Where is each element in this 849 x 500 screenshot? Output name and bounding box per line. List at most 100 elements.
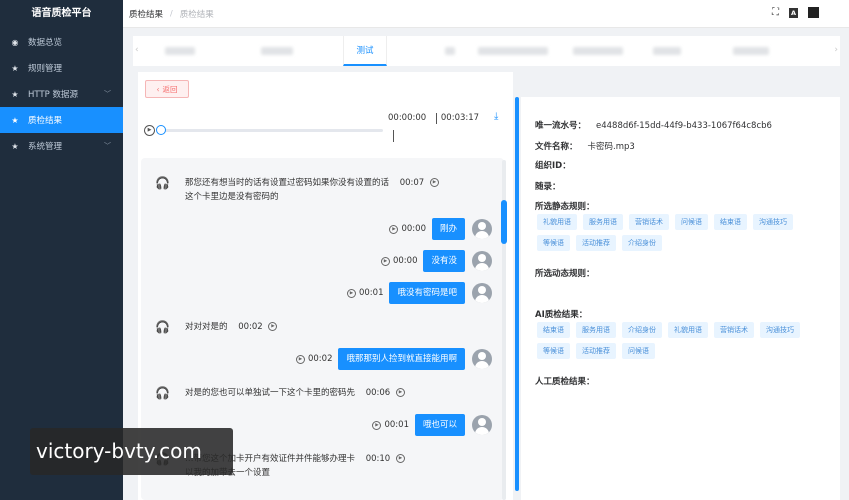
sidebar-item-label: 质检结果 [28, 116, 63, 126]
audio-total-time: 00:03:17 [440, 113, 480, 123]
breadcrumb-current: 质检结果 [179, 9, 214, 20]
tab-blurred[interactable] [261, 47, 293, 55]
org-id-row: 组织ID： [535, 159, 571, 171]
chevron-left-icon: ‹ [156, 84, 160, 94]
play-icon[interactable]: ▶ [268, 322, 278, 331]
user-avatar-icon [472, 219, 492, 239]
rule-tag: 等候语 [537, 235, 570, 251]
message-bubble: 哦那那别人捡到就直接能用啊 [338, 348, 465, 370]
result-tag: 结束语 [537, 322, 570, 338]
sidebar-item-system[interactable]: ★ 系统管理 ﹀ [0, 133, 123, 159]
volume-divider [393, 130, 394, 142]
tab-blurred[interactable] [573, 47, 623, 55]
sidebar-item-rules[interactable]: ★ 规则管理 [0, 55, 123, 81]
chevron-left-icon[interactable]: ‹ [135, 45, 139, 55]
star-icon: ★ [11, 141, 19, 151]
back-button[interactable]: ‹ 返回 [145, 80, 189, 98]
sidebar-item-http-source[interactable]: ★ HTTP 数据源 ﹀ [0, 81, 123, 107]
static-rules-tags: 礼貌用语 服务用语 营销话术 问候语 结束语 沟通技巧 等候语 活动推荐 介绍身… [537, 214, 827, 251]
play-icon[interactable]: ▶ [389, 224, 399, 234]
font-size-icon[interactable]: A [788, 7, 798, 18]
message-bubble: 哦没有密码是吧 [389, 282, 465, 304]
message-time: 00:00 [401, 224, 426, 234]
headset-icon: 🎧 [155, 176, 170, 190]
sidebar-item-results[interactable]: ★ 质检结果 [0, 107, 123, 133]
customer-message: ▶ 00:01 哦也可以 [369, 414, 492, 436]
breadcrumb-parent[interactable]: 质检结果 [129, 8, 163, 20]
chat-scrollbar-thumb[interactable] [501, 200, 507, 244]
tab-blurred[interactable] [653, 47, 681, 55]
agent-message: 🎧 那您还有想当时的话有设置过密码如果你没有设置的话 00:07 ▶ 这个卡里边… [155, 176, 442, 204]
serial-number-row: 唯一流水号： e4488d6f-15dd-44f9-b433-1067f64c8c… [535, 119, 772, 131]
tab-blurred[interactable] [478, 47, 548, 55]
time-divider [436, 113, 437, 124]
customer-message: ▶ 00:02 哦那那别人捡到就直接能用啊 [293, 348, 492, 370]
user-avatar-icon [472, 349, 492, 369]
app-title: 语音质检平台 [31, 8, 92, 19]
tag-row: 随录： [535, 180, 561, 192]
audio-progress-track[interactable] [158, 129, 383, 132]
message-time: 00:10 [365, 454, 391, 464]
result-tag: 沟通技巧 [760, 322, 800, 338]
customer-message: ▶ 00:00 没有没 [378, 250, 492, 272]
message-time: 00:01 [358, 288, 384, 298]
audio-player: ▶ 00:00:00 00:03:17 ⤓ [138, 108, 513, 148]
audio-progress-thumb[interactable] [156, 125, 166, 135]
tab-blurred[interactable] [445, 47, 455, 55]
agent-message: 🎧 对对对是的 00:02 ▶ [155, 320, 280, 334]
play-icon[interactable]: ▶ [144, 125, 155, 136]
play-icon[interactable]: ▶ [395, 388, 405, 397]
agent-message: 🎧 对是的您也可以单独试一下这个卡里的密码先 00:06 ▶ [155, 386, 408, 400]
chevron-down-icon: ﹀ [104, 142, 111, 150]
message-time: 00:01 [384, 420, 409, 430]
tab-test[interactable]: 测试 [343, 36, 387, 66]
message-bubble: 哦也可以 [414, 414, 465, 436]
result-tag: 问候语 [622, 343, 655, 359]
message-text: 这个卡里边是没有密码的 [185, 192, 279, 202]
detail-panel: 唯一流水号： e4488d6f-15dd-44f9-b433-1067f64c8c… [521, 97, 840, 500]
tab-blurred[interactable] [733, 47, 769, 55]
sidebar-item-label: 系统管理 [28, 142, 63, 152]
ai-result-row: AI质检结果： [535, 308, 587, 320]
play-icon[interactable]: ▶ [429, 178, 439, 187]
ai-result-label: AI质检结果： [535, 310, 588, 320]
result-tag: 营销话术 [714, 322, 754, 338]
customer-message: ▶ 00:00 刚办 [386, 218, 492, 240]
sidebar: 语音质检平台 ◉ 数据总览 ★ 规则管理 ★ HTTP 数据源 ﹀ ★ 质检结果… [0, 0, 123, 500]
play-icon[interactable]: ▶ [372, 420, 382, 430]
org-id-label: 组织ID： [535, 161, 571, 171]
manual-result-label: 人工质检结果： [535, 377, 595, 387]
dynamic-rules-label: 所选动态规则： [535, 269, 595, 279]
message-bubble: 刚办 [431, 218, 465, 240]
message-text: 那您还有想当时的话有设置过密码如果你没有设置的话 [185, 178, 390, 188]
top-actions: ⛶ A [772, 7, 819, 18]
chevron-right-icon[interactable]: › [834, 45, 838, 55]
filename-row: 文件名称： 卡密码.mp3 [535, 140, 635, 152]
play-icon[interactable]: ▶ [346, 288, 356, 298]
tab-blurred[interactable] [165, 47, 195, 55]
audio-current-time: 00:00:00 [388, 113, 427, 123]
play-icon[interactable]: ▶ [295, 354, 305, 364]
download-icon[interactable]: ⤓ [494, 111, 498, 122]
dynamic-rules-row: 所选动态规则： [535, 267, 595, 279]
headset-icon: 🎧 [155, 320, 170, 334]
play-icon[interactable]: ▶ [395, 454, 405, 463]
avatar[interactable] [808, 7, 819, 18]
rule-tag: 结束语 [714, 214, 747, 230]
sidebar-item-label: 数据总览 [28, 38, 63, 48]
breadcrumb: 质检结果 / 质检结果 [129, 8, 214, 20]
message-time: 00:07 [399, 178, 425, 188]
play-icon[interactable]: ▶ [380, 256, 390, 266]
rule-tag: 礼貌用语 [537, 214, 577, 230]
result-tag: 礼貌用语 [668, 322, 708, 338]
user-avatar-icon [472, 283, 492, 303]
sidebar-item-overview[interactable]: ◉ 数据总览 [0, 29, 123, 55]
tag-label: 随录： [535, 182, 561, 192]
sidebar-item-label: HTTP 数据源 [28, 90, 78, 100]
rule-tag: 问候语 [675, 214, 708, 230]
fullscreen-icon[interactable]: ⛶ [772, 7, 779, 18]
result-tag: 介绍身份 [622, 322, 662, 338]
serial-number-value: e4488d6f-15dd-44f9-b433-1067f64c8cb6 [596, 121, 772, 131]
result-tag: 等候语 [537, 343, 570, 359]
message-time: 00:02 [307, 354, 333, 364]
